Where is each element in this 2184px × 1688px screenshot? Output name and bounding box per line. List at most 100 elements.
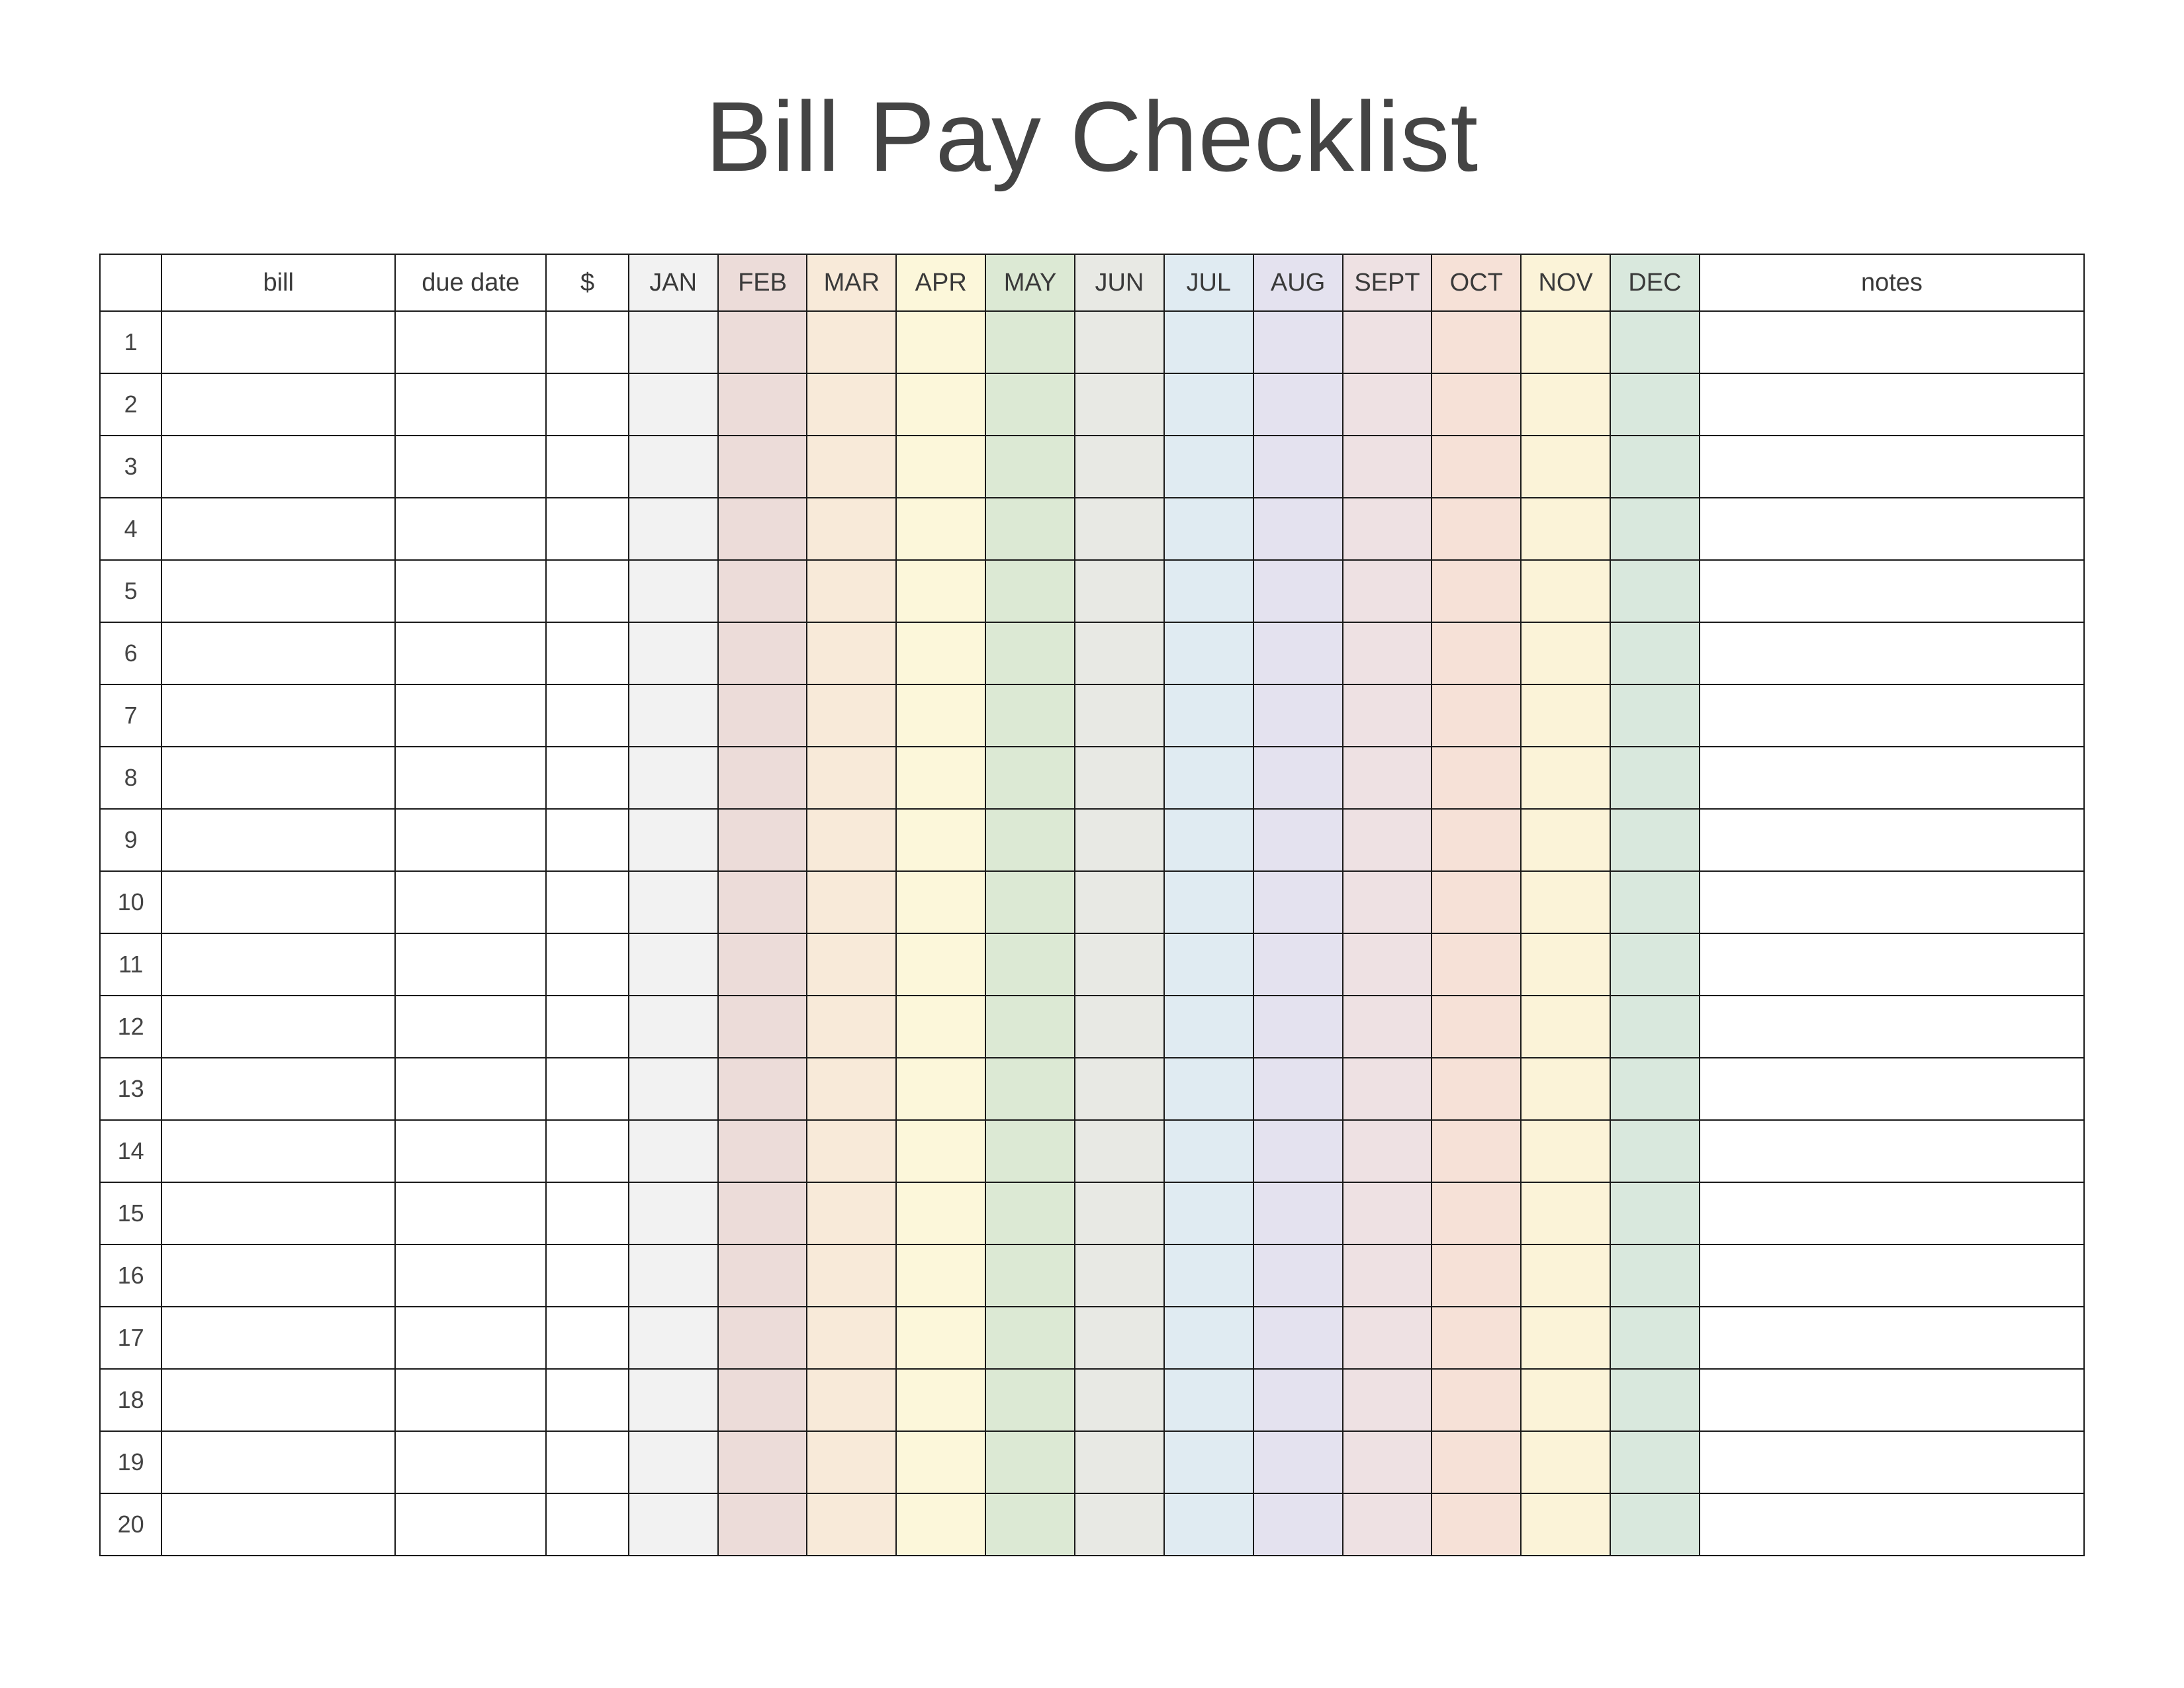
cell-month[interactable]: [1075, 1120, 1164, 1182]
cell-bill[interactable]: [161, 311, 395, 373]
cell-month[interactable]: [1075, 1307, 1164, 1369]
cell-amount[interactable]: [546, 933, 628, 996]
cell-month[interactable]: [1343, 373, 1432, 436]
cell-month[interactable]: [896, 1058, 985, 1120]
cell-month[interactable]: [1164, 1369, 1253, 1431]
cell-notes[interactable]: [1700, 1369, 2084, 1431]
cell-month[interactable]: [1164, 498, 1253, 560]
cell-month[interactable]: [629, 933, 718, 996]
cell-month[interactable]: [807, 933, 896, 996]
cell-month[interactable]: [896, 871, 985, 933]
cell-month[interactable]: [807, 1182, 896, 1244]
cell-month[interactable]: [629, 560, 718, 622]
cell-amount[interactable]: [546, 311, 628, 373]
cell-month[interactable]: [807, 373, 896, 436]
cell-month[interactable]: [1075, 622, 1164, 684]
cell-month[interactable]: [807, 809, 896, 871]
cell-month[interactable]: [718, 1493, 807, 1556]
cell-amount[interactable]: [546, 1493, 628, 1556]
cell-month[interactable]: [896, 498, 985, 560]
cell-month[interactable]: [1075, 1493, 1164, 1556]
cell-amount[interactable]: [546, 1431, 628, 1493]
cell-due-date[interactable]: [395, 436, 546, 498]
cell-month[interactable]: [1075, 560, 1164, 622]
cell-month[interactable]: [807, 871, 896, 933]
cell-month[interactable]: [1164, 747, 1253, 809]
cell-notes[interactable]: [1700, 996, 2084, 1058]
cell-month[interactable]: [629, 1244, 718, 1307]
cell-month[interactable]: [1343, 436, 1432, 498]
cell-notes[interactable]: [1700, 311, 2084, 373]
cell-month[interactable]: [896, 1182, 985, 1244]
cell-month[interactable]: [1610, 498, 1700, 560]
cell-month[interactable]: [896, 1244, 985, 1307]
cell-month[interactable]: [718, 1431, 807, 1493]
cell-month[interactable]: [896, 1120, 985, 1182]
cell-month[interactable]: [629, 871, 718, 933]
cell-bill[interactable]: [161, 1182, 395, 1244]
cell-month[interactable]: [807, 622, 896, 684]
cell-month[interactable]: [1432, 311, 1521, 373]
cell-month[interactable]: [896, 747, 985, 809]
cell-bill[interactable]: [161, 1493, 395, 1556]
cell-month[interactable]: [1521, 436, 1610, 498]
cell-month[interactable]: [1521, 311, 1610, 373]
cell-month[interactable]: [718, 871, 807, 933]
cell-amount[interactable]: [546, 560, 628, 622]
cell-month[interactable]: [807, 1493, 896, 1556]
cell-month[interactable]: [1432, 871, 1521, 933]
cell-month[interactable]: [807, 1120, 896, 1182]
cell-month[interactable]: [896, 311, 985, 373]
cell-amount[interactable]: [546, 1307, 628, 1369]
cell-due-date[interactable]: [395, 996, 546, 1058]
cell-month[interactable]: [1343, 622, 1432, 684]
cell-due-date[interactable]: [395, 311, 546, 373]
cell-month[interactable]: [1253, 560, 1343, 622]
cell-due-date[interactable]: [395, 809, 546, 871]
cell-due-date[interactable]: [395, 1182, 546, 1244]
cell-month[interactable]: [1432, 1182, 1521, 1244]
cell-month[interactable]: [985, 871, 1075, 933]
cell-month[interactable]: [1343, 871, 1432, 933]
cell-month[interactable]: [1521, 1307, 1610, 1369]
cell-month[interactable]: [1521, 1182, 1610, 1244]
cell-month[interactable]: [1610, 311, 1700, 373]
cell-due-date[interactable]: [395, 1431, 546, 1493]
cell-month[interactable]: [718, 1369, 807, 1431]
cell-month[interactable]: [1521, 1058, 1610, 1120]
cell-month[interactable]: [629, 1369, 718, 1431]
cell-month[interactable]: [1610, 1369, 1700, 1431]
cell-month[interactable]: [985, 622, 1075, 684]
cell-bill[interactable]: [161, 1431, 395, 1493]
cell-month[interactable]: [807, 1244, 896, 1307]
cell-notes[interactable]: [1700, 1431, 2084, 1493]
cell-month[interactable]: [1432, 1307, 1521, 1369]
cell-notes[interactable]: [1700, 1307, 2084, 1369]
cell-month[interactable]: [718, 311, 807, 373]
cell-month[interactable]: [1253, 996, 1343, 1058]
cell-month[interactable]: [1521, 747, 1610, 809]
cell-notes[interactable]: [1700, 933, 2084, 996]
cell-month[interactable]: [985, 373, 1075, 436]
cell-month[interactable]: [1253, 871, 1343, 933]
cell-amount[interactable]: [546, 1244, 628, 1307]
cell-amount[interactable]: [546, 809, 628, 871]
cell-due-date[interactable]: [395, 871, 546, 933]
cell-amount[interactable]: [546, 747, 628, 809]
cell-month[interactable]: [1432, 933, 1521, 996]
cell-month[interactable]: [1253, 1369, 1343, 1431]
cell-month[interactable]: [1521, 622, 1610, 684]
cell-month[interactable]: [896, 1307, 985, 1369]
cell-month[interactable]: [1610, 373, 1700, 436]
cell-month[interactable]: [629, 373, 718, 436]
cell-month[interactable]: [1164, 1493, 1253, 1556]
cell-month[interactable]: [1164, 871, 1253, 933]
cell-month[interactable]: [1610, 933, 1700, 996]
cell-month[interactable]: [1432, 622, 1521, 684]
cell-month[interactable]: [1164, 622, 1253, 684]
cell-month[interactable]: [1253, 1307, 1343, 1369]
cell-month[interactable]: [1432, 1058, 1521, 1120]
cell-month[interactable]: [1075, 1369, 1164, 1431]
cell-month[interactable]: [1343, 1369, 1432, 1431]
cell-month[interactable]: [1075, 996, 1164, 1058]
